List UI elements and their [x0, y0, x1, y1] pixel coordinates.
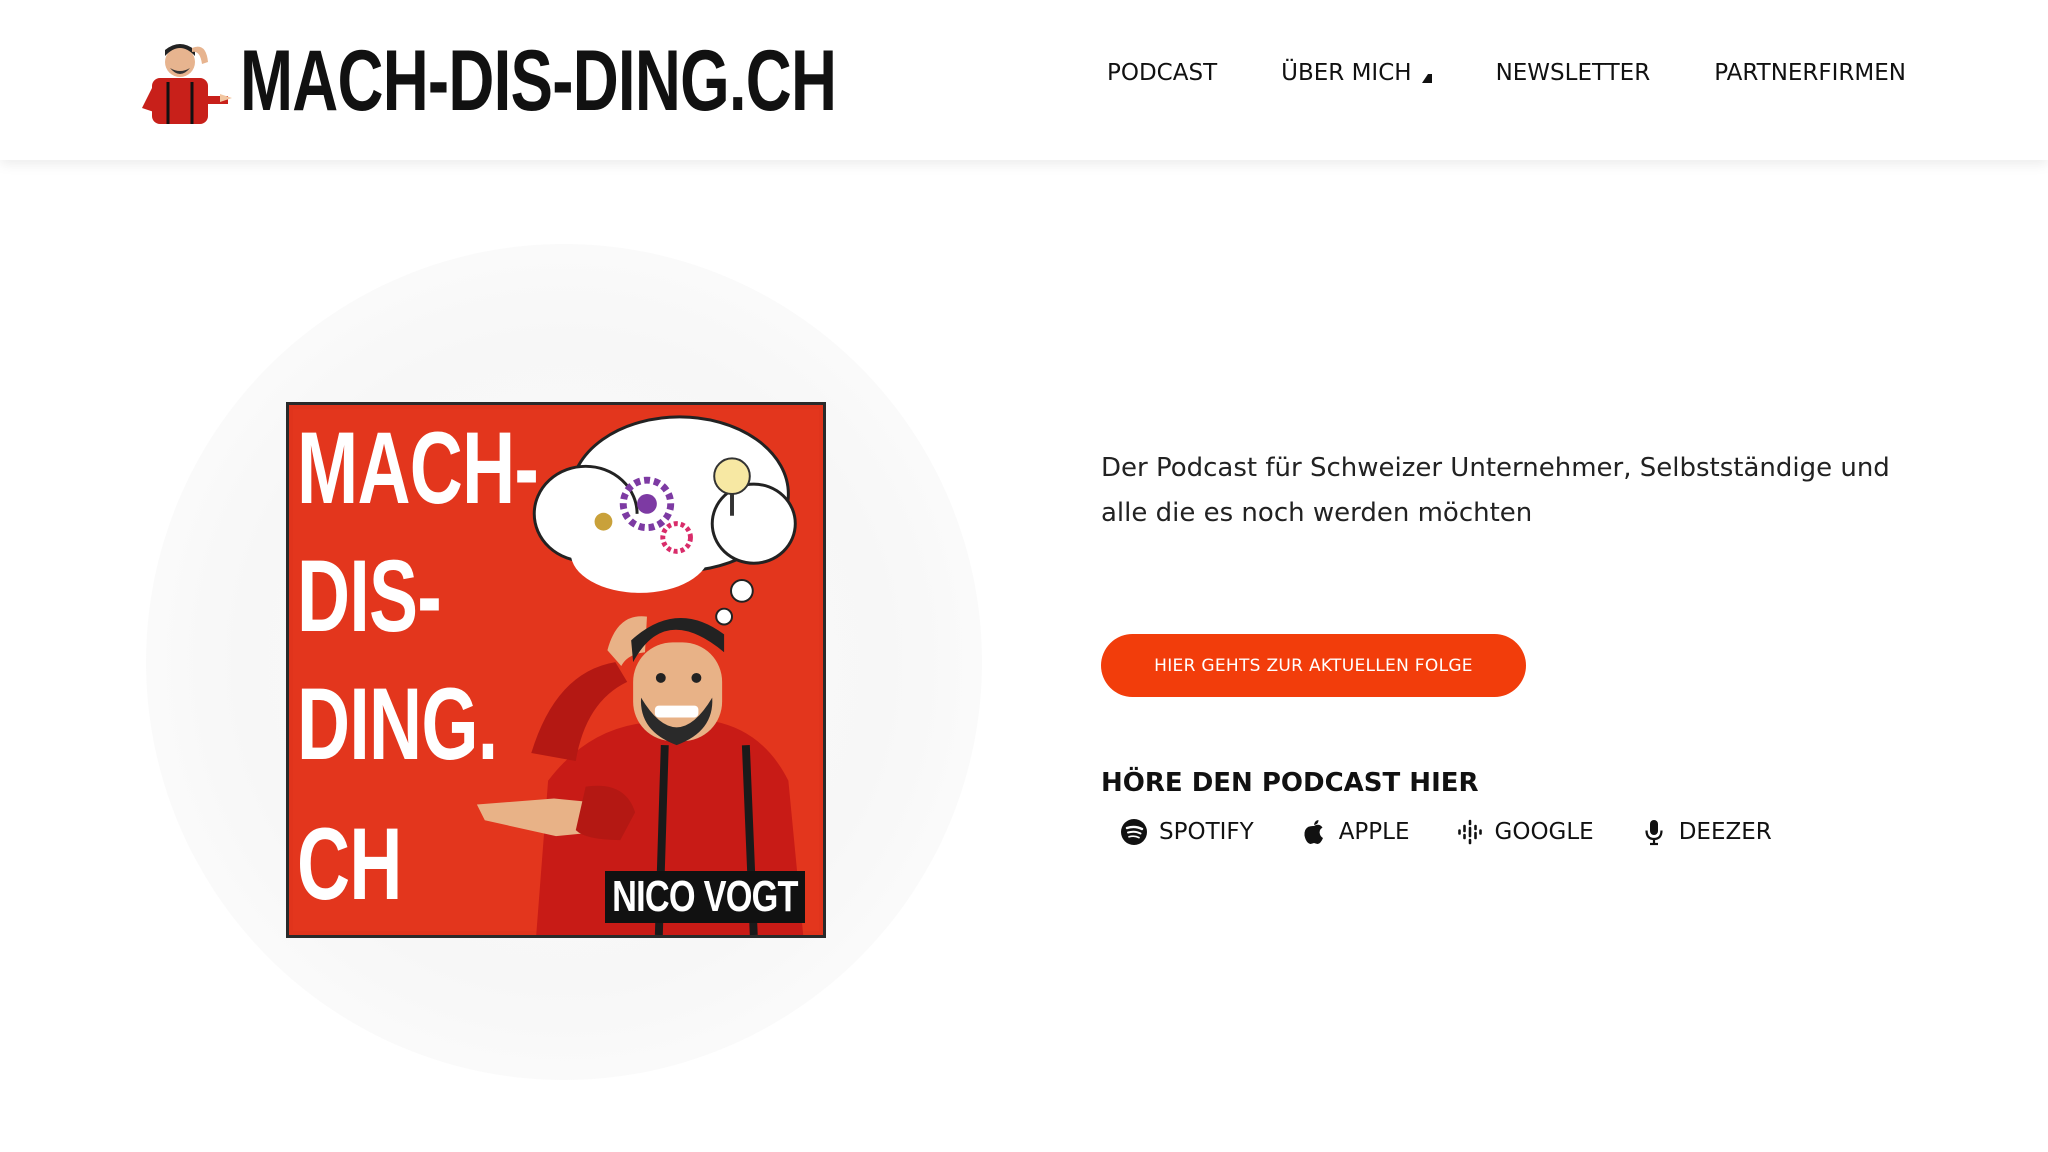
listen-heading: HÖRE DEN PODCAST HIER	[1101, 768, 1479, 798]
nav-item-label: ÜBER MICH	[1281, 60, 1412, 86]
nav-item-podcast[interactable]: PODCAST	[1107, 60, 1217, 86]
nav-item-partnerfirmen[interactable]: PARTNERFIRMEN	[1714, 60, 1906, 86]
platform-label: APPLE	[1338, 819, 1410, 845]
platform-label: GOOGLE	[1494, 819, 1594, 845]
logo-text: MACH-DIS-DING.CH	[240, 33, 837, 129]
nav-item-ueber-mich[interactable]: ÜBER MICH	[1281, 60, 1432, 86]
platform-label: DEEZER	[1678, 819, 1772, 845]
platform-label: SPOTIFY	[1159, 819, 1254, 845]
nav-item-label: PODCAST	[1107, 60, 1218, 86]
apple-icon	[1304, 820, 1323, 844]
nav-item-label: PARTNERFIRMEN	[1714, 60, 1906, 86]
platform-link-deezer[interactable]: DEEZER	[1640, 818, 1772, 846]
dropdown-caret-icon	[1421, 73, 1432, 83]
platform-link-google[interactable]: GOOGLE	[1456, 818, 1594, 846]
site-logo-link[interactable]: MACH-DIS-DING.CH	[140, 36, 1046, 126]
cover-author-name: NICO VOGT	[612, 872, 798, 921]
hero-tagline: Der Podcast für Schweizer Unternehmer, S…	[1101, 453, 1890, 528]
google-podcasts-icon	[1457, 819, 1482, 845]
microphone-icon	[1645, 820, 1663, 846]
platform-link-spotify[interactable]: SPOTIFY	[1120, 818, 1254, 846]
cover-illustration	[476, 415, 804, 935]
nav-item-label: NEWSLETTER	[1495, 60, 1651, 86]
platform-links: SPOTIFY APPLE GOOGLE DEEZER	[1120, 818, 1818, 846]
nav-item-newsletter[interactable]: NEWSLETTER	[1496, 60, 1651, 86]
spotify-icon	[1121, 819, 1147, 845]
latest-episode-button[interactable]: HIER GEHTS ZUR AKTUELLEN FOLGE	[1101, 634, 1526, 697]
cover-author-badge: NICO VOGT	[605, 871, 805, 923]
mascot-logo-icon	[142, 44, 232, 124]
podcast-cover-image: MACH- DIS- DING. CH NICO VOGT	[286, 402, 826, 938]
thought-cloud-icon	[532, 415, 797, 626]
platform-link-apple[interactable]: APPLE	[1300, 818, 1410, 846]
main-nav: PODCAST ÜBER MICH NEWSLETTER PARTNERFIRM…	[1107, 60, 1906, 86]
site-header: MACH-DIS-DING.CH PODCAST ÜBER MICH NEWSL…	[0, 0, 2048, 160]
